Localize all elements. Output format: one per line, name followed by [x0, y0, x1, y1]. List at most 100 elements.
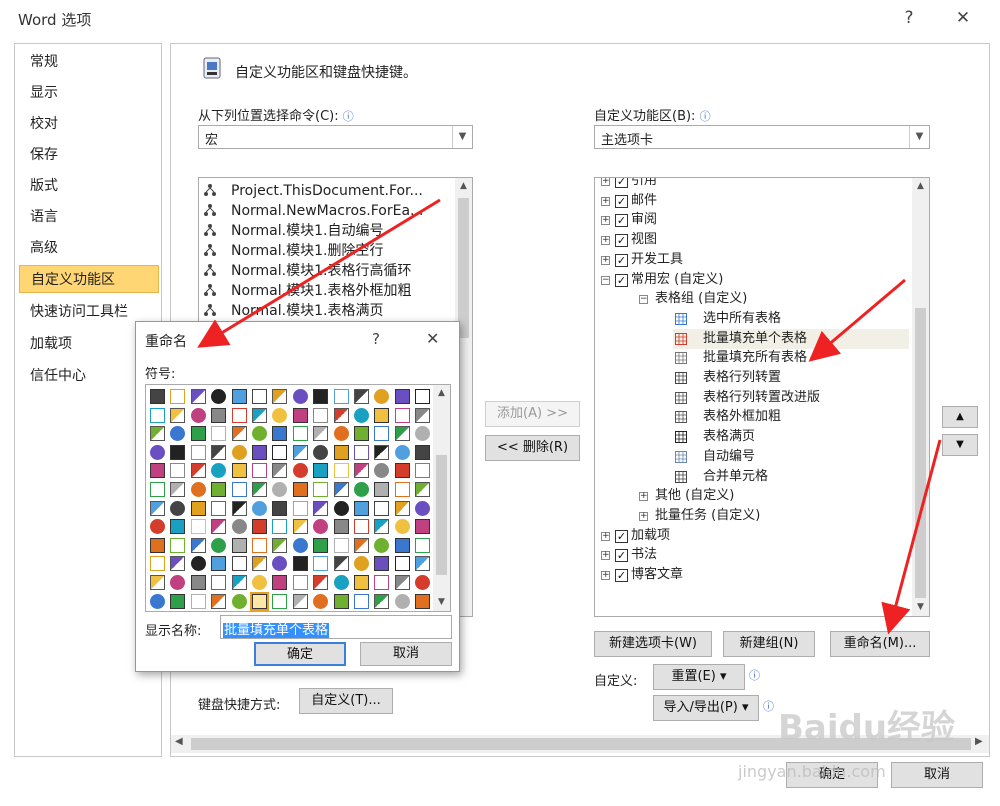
symbol-icon[interactable]	[313, 444, 329, 460]
new-tab-button[interactable]: 新建选项卡(W)	[594, 631, 712, 657]
symbol-icon[interactable]	[292, 593, 308, 609]
symbol-icon[interactable]	[211, 500, 227, 516]
symbol-icon[interactable]	[231, 482, 247, 497]
symbol-icon[interactable]	[394, 426, 410, 442]
rename-ok-button[interactable]: 确定	[254, 642, 346, 666]
tree-item[interactable]: 表格满页	[595, 427, 913, 447]
nav-item-customize-ribbon[interactable]: 自定义功能区	[19, 265, 159, 293]
symbol-icon[interactable]	[170, 500, 186, 516]
symbol-icon[interactable]	[190, 556, 206, 572]
rename-button[interactable]: 重命名(M)...	[830, 631, 930, 657]
symbol-icon[interactable]	[292, 463, 308, 479]
symbol-icon[interactable]	[333, 444, 349, 460]
symbol-icon[interactable]	[150, 556, 165, 572]
expand-icon[interactable]: +	[601, 236, 610, 246]
symbol-icon[interactable]	[354, 556, 369, 572]
expand-icon[interactable]: +	[601, 255, 610, 265]
symbol-icon[interactable]	[211, 426, 227, 442]
command-list-item[interactable]: Project.ThisDocument.For...	[203, 181, 423, 201]
symbol-icon[interactable]	[190, 575, 206, 590]
symbol-icon[interactable]	[252, 463, 267, 479]
symbol-icon[interactable]	[150, 407, 165, 423]
symbol-icon[interactable]	[190, 389, 206, 404]
symbol-icon[interactable]	[374, 537, 390, 553]
symbol-icon[interactable]	[374, 426, 390, 442]
symbol-icon[interactable]	[354, 482, 369, 497]
symbol-icon[interactable]	[272, 463, 288, 479]
nav-item-language[interactable]: 语言	[19, 203, 159, 231]
symbol-icon[interactable]	[150, 537, 165, 553]
symbol-icon[interactable]	[292, 575, 308, 590]
scroll-up-icon[interactable]: ▲	[455, 178, 472, 195]
symbol-icon[interactable]	[231, 444, 247, 460]
chevron-down-icon[interactable]: ▼	[909, 126, 929, 148]
tree-item[interactable]: 表格行列转置改进版	[595, 388, 913, 408]
symbol-icon[interactable]	[150, 519, 165, 535]
symbol-icon[interactable]	[374, 444, 390, 460]
symbol-icon[interactable]	[313, 537, 329, 553]
symbol-icon[interactable]	[292, 407, 308, 423]
symbol-icon[interactable]	[394, 444, 410, 460]
move-down-button[interactable]: ▼	[942, 434, 978, 456]
symbol-icon[interactable]	[313, 407, 329, 423]
rename-close-button[interactable]: ✕	[426, 329, 439, 348]
expand-icon[interactable]: +	[601, 216, 610, 226]
symbol-icon[interactable]	[170, 426, 186, 442]
symbol-icon[interactable]	[333, 519, 349, 535]
symbol-icon[interactable]	[354, 593, 369, 609]
expand-icon[interactable]: +	[639, 492, 648, 502]
symbol-icon[interactable]	[231, 389, 247, 404]
symbol-icon[interactable]	[272, 519, 288, 535]
symbol-icon[interactable]	[252, 444, 267, 460]
symbol-icon[interactable]	[211, 593, 227, 609]
command-list-item[interactable]: Normal.模块1.删除空行	[203, 241, 383, 261]
symbol-icon[interactable]	[333, 407, 349, 423]
symbol-icon[interactable]	[333, 556, 349, 572]
scroll-up-icon[interactable]: ▲	[912, 178, 929, 195]
symbol-icon[interactable]	[272, 426, 288, 442]
symbol-icon[interactable]	[333, 537, 349, 553]
symbol-icon[interactable]	[190, 500, 206, 516]
symbol-icon[interactable]	[231, 593, 247, 609]
symbol-icon[interactable]	[170, 463, 186, 479]
display-name-input[interactable]: 批量填充单个表格	[220, 615, 452, 639]
symbol-icon[interactable]	[292, 537, 308, 553]
expand-icon[interactable]: +	[601, 531, 610, 541]
symbol-icon[interactable]	[231, 575, 247, 590]
symbol-icon[interactable]	[211, 444, 227, 460]
tree-item[interactable]: 合并单元格	[595, 467, 913, 487]
checkbox[interactable]: ✓	[615, 178, 628, 188]
symbol-icon[interactable]	[252, 482, 267, 497]
tree-item[interactable]: + ✓ 视图	[595, 230, 913, 250]
symbol-icon[interactable]	[272, 575, 288, 590]
symbol-icon[interactable]	[292, 500, 308, 516]
scroll-up-icon[interactable]: ▲	[433, 385, 450, 402]
tree-item[interactable]: + ✓ 邮件	[595, 191, 913, 211]
tree-item[interactable]: + ✓ 引用	[595, 178, 913, 191]
symbol-icon[interactable]	[415, 444, 431, 460]
symbol-icon[interactable]	[292, 482, 308, 497]
keyboard-customize-button[interactable]: 自定义(T)...	[299, 688, 393, 714]
symbol-icon[interactable]	[313, 426, 329, 442]
symbol-icon[interactable]	[252, 556, 267, 572]
symbol-icon[interactable]	[170, 556, 186, 572]
symbol-icon[interactable]	[415, 463, 431, 479]
symbol-icon[interactable]	[415, 556, 431, 572]
close-button[interactable]: ✕	[950, 6, 976, 30]
symbol-icon[interactable]	[354, 519, 369, 535]
symbol-icon[interactable]	[415, 389, 431, 404]
symbol-icon[interactable]	[354, 575, 369, 590]
tree-item[interactable]: 批量填充单个表格	[673, 328, 909, 349]
symbol-icon[interactable]	[415, 519, 431, 535]
symbol-icon[interactable]	[313, 389, 329, 404]
symbol-icon[interactable]	[231, 519, 247, 535]
checkbox[interactable]: ✓	[615, 273, 628, 287]
nav-item-layout[interactable]: 版式	[19, 172, 159, 200]
symbol-icon[interactable]	[211, 482, 227, 497]
symbol-icon[interactable]	[190, 482, 206, 497]
scroll-thumb[interactable]	[915, 308, 926, 598]
tree-item[interactable]: + 其他 (自定义)	[595, 486, 913, 506]
tree-scrollbar[interactable]: ▲ ▼	[912, 178, 929, 616]
command-list-item[interactable]: Normal.模块1.表格外框加粗	[203, 281, 411, 301]
symbol-icon[interactable]	[190, 444, 206, 460]
